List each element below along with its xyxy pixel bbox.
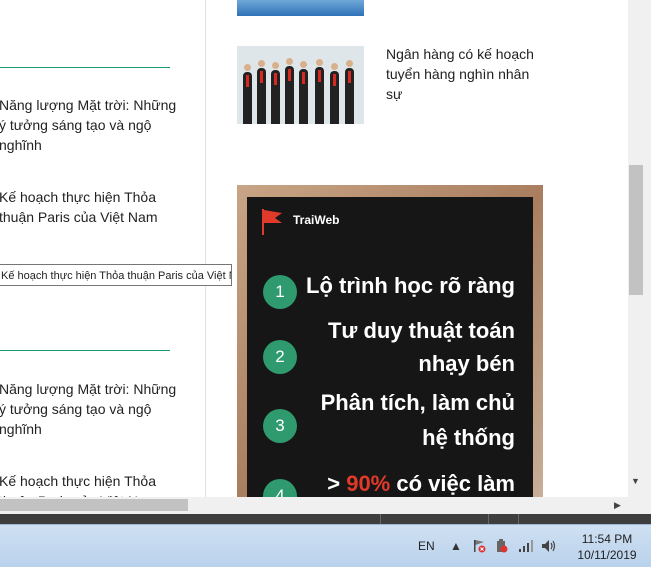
article-link-paris-2[interactable]: Kế hoạch thực hiện Thỏa thuận Paris của …: [0, 471, 177, 497]
person-figure: [345, 60, 354, 124]
vertical-scrollbar[interactable]: ▼: [628, 0, 651, 497]
web-page: Năng lượng Mặt trời: Những ý tưởng sáng …: [0, 0, 628, 497]
step-4-prefix: >: [327, 471, 347, 496]
section-divider: [0, 67, 170, 68]
step-1-text: Lộ trình học rõ ràng: [306, 273, 515, 298]
flag-icon: [262, 209, 282, 235]
article-title[interactable]: Kế hoạch thực hiện Thỏa thuận Paris của …: [0, 189, 158, 225]
section-divider: [0, 350, 170, 351]
step-3-badge: 3: [263, 409, 297, 443]
column-divider: [205, 0, 206, 497]
step-2-badge: 2: [263, 340, 297, 374]
status-separator: [488, 514, 489, 524]
person-figure: [330, 63, 339, 124]
step-4-text: > 90% có việc làm: [327, 471, 515, 497]
horizontal-scrollbar[interactable]: ▶: [0, 497, 628, 514]
windows-taskbar: EN ▲ 11:54 PM 10/11/2019: [0, 524, 651, 567]
article-title[interactable]: Năng lượng Mặt trời: Những ý tưởng sáng …: [0, 381, 176, 437]
clock-date: 10/11/2019: [577, 548, 637, 562]
action-center-flag-icon[interactable]: [472, 539, 486, 556]
article-title[interactable]: Năng lượng Mặt trời: Những ý tưởng sáng …: [0, 97, 176, 153]
scrollbar-corner: [628, 497, 651, 514]
article-title[interactable]: Kế hoạch thực hiện Thỏa thuận Paris của …: [0, 473, 158, 497]
step-2-text-2: nhạy bén: [418, 351, 515, 376]
status-separator: [518, 514, 519, 524]
bank-article-title[interactable]: Ngân hàng có kế hoạch tuyển hàng nghìn n…: [386, 44, 546, 104]
article-link-solar-1[interactable]: Năng lượng Mặt trời: Những ý tưởng sáng …: [0, 95, 177, 155]
traiweb-ad-banner[interactable]: TraiWeb 1 Lộ trình học rõ ràng 2 Tư duy …: [237, 185, 543, 497]
system-clock[interactable]: 11:54 PM 10/11/2019: [568, 531, 646, 563]
step-3-text-1: Phân tích, làm chủ: [320, 390, 515, 415]
person-figure: [315, 59, 324, 124]
ad-brand: TraiWeb: [293, 213, 340, 227]
volume-icon[interactable]: [541, 539, 557, 556]
status-separator: [380, 514, 381, 524]
ad-panel: TraiWeb 1 Lộ trình học rõ ràng 2 Tư duy …: [247, 197, 533, 497]
link-tooltip: Kế hoạch thực hiện Thỏa thuận Paris của …: [0, 264, 232, 286]
person-figure: [271, 62, 280, 124]
bank-article-thumbnail[interactable]: [237, 46, 364, 124]
scroll-right-arrow-icon[interactable]: ▶: [614, 500, 621, 511]
person-figure: [243, 64, 252, 124]
clock-time: 11:54 PM: [581, 532, 633, 546]
person-figure: [257, 60, 266, 124]
person-figure: [285, 58, 294, 124]
step-4-suffix: có việc làm: [390, 471, 515, 496]
person-figure: [299, 61, 308, 124]
show-hidden-icons-icon[interactable]: ▲: [450, 539, 462, 553]
article-link-solar-2[interactable]: Năng lượng Mặt trời: Những ý tưởng sáng …: [0, 379, 177, 439]
vertical-scroll-thumb[interactable]: [629, 165, 643, 295]
power-warning-icon[interactable]: [494, 539, 508, 556]
step-1-badge: 1: [263, 275, 297, 309]
step-4-highlight: 90%: [346, 471, 391, 496]
language-indicator[interactable]: EN: [418, 539, 435, 553]
step-3-text-2: hệ thống: [422, 425, 515, 450]
scroll-down-arrow-icon[interactable]: ▼: [631, 476, 640, 486]
article-thumbnail-top[interactable]: [237, 0, 364, 16]
step-2-text-1: Tư duy thuật toán: [327, 318, 515, 343]
horizontal-scroll-thumb[interactable]: [0, 499, 188, 511]
browser-status-bar: [0, 514, 651, 524]
network-signal-icon[interactable]: [518, 539, 534, 556]
article-link-paris-1[interactable]: Kế hoạch thực hiện Thỏa thuận Paris của …: [0, 187, 177, 227]
step-4-badge: 4: [263, 479, 297, 497]
